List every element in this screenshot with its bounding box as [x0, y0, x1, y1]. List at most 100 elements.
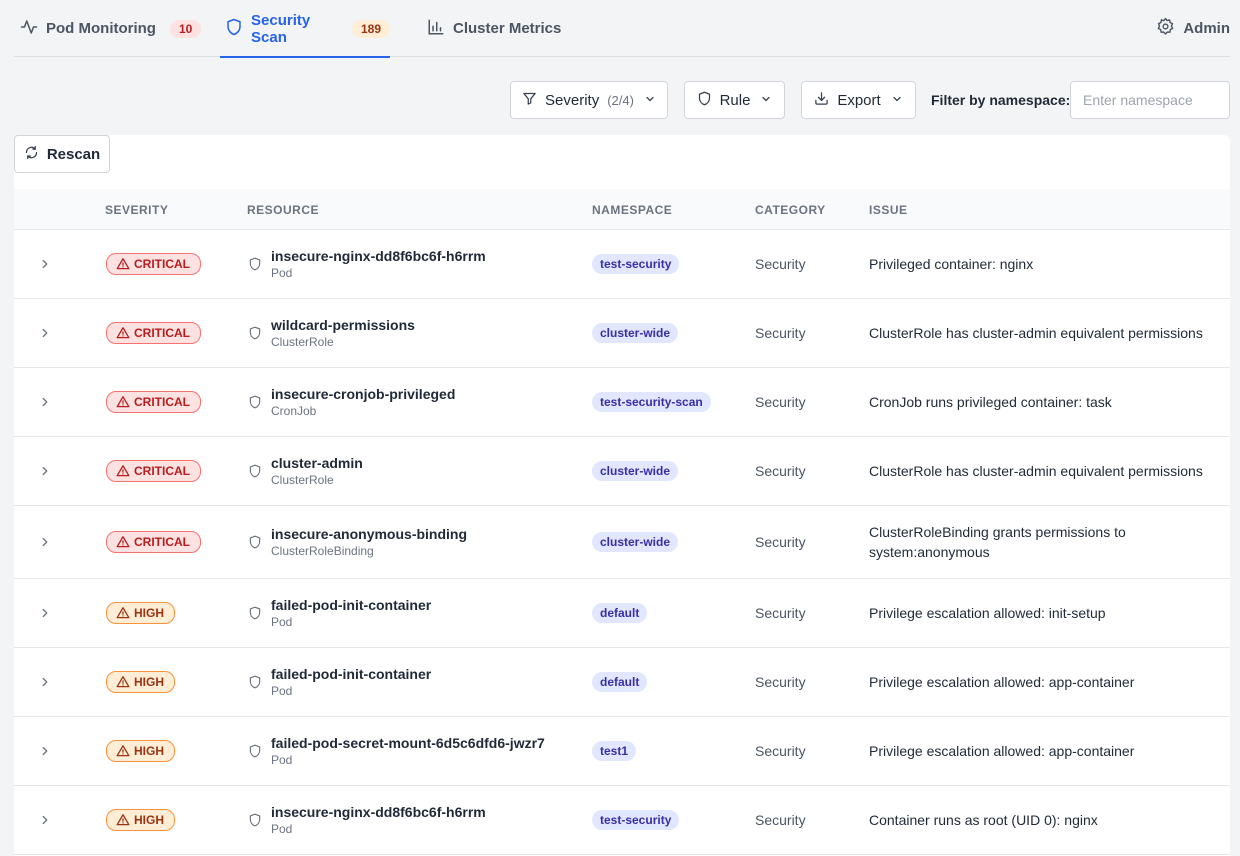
namespace-cell: test-security: [592, 786, 680, 854]
admin-menu[interactable]: Admin: [1156, 0, 1230, 57]
column-header-category[interactable]: CATEGORY: [755, 189, 826, 230]
resource-kind: ClusterRole: [271, 473, 334, 487]
table-row[interactable]: CRITICAL insecure-anonymous-binding Cluste…: [14, 506, 1230, 579]
namespace-cell: test-security-scan: [592, 368, 711, 436]
resource-kind: ClusterRole: [271, 335, 334, 349]
rule-filter-button[interactable]: Rule: [684, 81, 785, 119]
resource-cell: failed-pod-secret-mount-6d5c6dfd6-jwzr7 P…: [248, 717, 545, 785]
issue-cell: ClusterRole has cluster-admin equivalent…: [869, 325, 1203, 341]
namespace-badge: test1: [592, 741, 637, 761]
severity-badge: HIGH: [106, 809, 175, 831]
expand-row-button[interactable]: [38, 648, 58, 716]
resource-kind: Pod: [271, 684, 293, 698]
severity-cell: HIGH: [106, 648, 175, 716]
table-row[interactable]: CRITICAL wildcard-permissions ClusterRole c…: [14, 299, 1230, 368]
resource-cell: failed-pod-init-container Pod: [248, 579, 431, 647]
resource-name: insecure-cronjob-privileged: [271, 386, 456, 402]
resource-name: insecure-nginx-dd8f6bc6f-h6rrm: [271, 804, 486, 820]
resource-cell: insecure-anonymous-binding ClusterRoleBin…: [248, 506, 467, 578]
chevron-right-icon: [38, 675, 52, 689]
table-row[interactable]: CRITICAL cluster-admin ClusterRole cluster-…: [14, 437, 1230, 506]
severity-label: HIGH: [134, 813, 164, 827]
findings-panel: Rescan SEVERITY RESOURCE NAMESPACE CATEG…: [14, 135, 1230, 856]
shield-icon: [248, 606, 262, 620]
severity-badge: CRITICAL: [106, 391, 201, 413]
namespace-cell: test1: [592, 717, 637, 785]
category-cell: Security: [755, 394, 806, 410]
category-cell: Security: [755, 605, 806, 621]
expand-row-button[interactable]: [38, 717, 58, 785]
category-cell: Security: [755, 674, 806, 690]
warning-icon: [116, 257, 130, 271]
severity-badge: CRITICAL: [106, 531, 201, 553]
expand-row-button[interactable]: [38, 579, 58, 647]
expand-row-button[interactable]: [38, 437, 58, 505]
namespace-cell: cluster-wide: [592, 299, 679, 367]
severity-badge: CRITICAL: [106, 322, 201, 344]
severity-filter-count: (2/4): [607, 92, 634, 108]
expand-row-button[interactable]: [38, 299, 58, 367]
severity-filter-label: Severity: [545, 91, 600, 109]
chevron-down-icon: [642, 92, 656, 109]
shield-icon: [225, 18, 243, 40]
namespace-cell: default: [592, 648, 648, 716]
table-row[interactable]: HIGH failed-pod-init-container Pod default S…: [14, 648, 1230, 717]
severity-filter-button[interactable]: Severity (2/4): [510, 81, 668, 119]
expand-row-button[interactable]: [38, 786, 58, 854]
shield-icon: [248, 535, 262, 549]
severity-badge: HIGH: [106, 740, 175, 762]
tab-cluster-metrics[interactable]: Cluster Metrics: [427, 0, 561, 57]
table-row[interactable]: CRITICAL insecure-cronjob-privileged CronJ…: [14, 368, 1230, 437]
tab-pod-monitoring[interactable]: Pod Monitoring 10: [20, 0, 202, 57]
pod-count-badge: 10: [169, 19, 202, 38]
chevron-right-icon: [38, 535, 52, 549]
column-header-namespace[interactable]: NAMESPACE: [592, 189, 672, 230]
column-header-issue[interactable]: ISSUE: [869, 189, 908, 230]
resource-name: failed-pod-secret-mount-6d5c6dfd6-jwzr7: [271, 735, 545, 751]
namespace-badge: cluster-wide: [592, 323, 679, 343]
tab-security-scan[interactable]: Security Scan 189: [220, 0, 390, 58]
expand-row-button[interactable]: [38, 506, 58, 578]
severity-cell: CRITICAL: [106, 230, 201, 298]
column-header-severity[interactable]: SEVERITY: [105, 189, 168, 230]
severity-label: HIGH: [134, 675, 164, 689]
table-row[interactable]: HIGH failed-pod-secret-mount-6d5c6dfd6-jw…: [14, 717, 1230, 786]
resource-name: wildcard-permissions: [271, 317, 415, 333]
severity-cell: CRITICAL: [106, 299, 201, 367]
warning-icon: [116, 464, 130, 478]
namespace-badge: cluster-wide: [592, 461, 679, 481]
severity-cell: HIGH: [106, 786, 175, 854]
shield-icon: [248, 257, 262, 271]
finding-count-badge: 189: [351, 19, 390, 38]
table-row[interactable]: HIGH insecure-nginx-dd8f6bc6f-h6rrm Pod tes…: [14, 786, 1230, 855]
issue-cell: Privilege escalation allowed: app-contai…: [869, 743, 1135, 759]
namespace-cell: test-security: [592, 230, 680, 298]
namespace-badge: test-security: [592, 810, 680, 830]
tab-label: Security Scan: [251, 11, 311, 46]
table-row[interactable]: CRITICAL insecure-nginx-dd8f6bc6f-h6rrm Po…: [14, 230, 1230, 299]
shield-icon: [248, 395, 262, 409]
shield-icon: [248, 813, 262, 827]
table-row[interactable]: HIGH failed-pod-init-container Pod default S…: [14, 579, 1230, 648]
table-header: SEVERITY RESOURCE NAMESPACE CATEGORY ISS…: [14, 189, 1230, 230]
resource-cell: cluster-admin ClusterRole: [248, 437, 363, 505]
namespace-filter-input[interactable]: [1070, 81, 1230, 119]
category-cell: Security: [755, 463, 806, 479]
export-button[interactable]: Export: [801, 81, 916, 119]
activity-icon: [20, 18, 38, 40]
severity-cell: CRITICAL: [106, 368, 201, 436]
resource-cell: failed-pod-init-container Pod: [248, 648, 431, 716]
refresh-icon: [24, 145, 39, 164]
rescan-button[interactable]: Rescan: [14, 135, 110, 173]
chevron-right-icon: [38, 744, 52, 758]
column-header-resource[interactable]: RESOURCE: [247, 189, 319, 230]
resource-name: insecure-anonymous-binding: [271, 526, 468, 542]
expand-row-button[interactable]: [38, 368, 58, 436]
expand-row-button[interactable]: [38, 230, 58, 298]
severity-cell: CRITICAL: [106, 437, 201, 505]
category-cell: Security: [755, 256, 806, 272]
namespace-badge: default: [592, 672, 648, 692]
resource-kind: Pod: [271, 615, 293, 629]
chevron-right-icon: [38, 813, 52, 827]
resource-kind: Pod: [271, 753, 293, 767]
